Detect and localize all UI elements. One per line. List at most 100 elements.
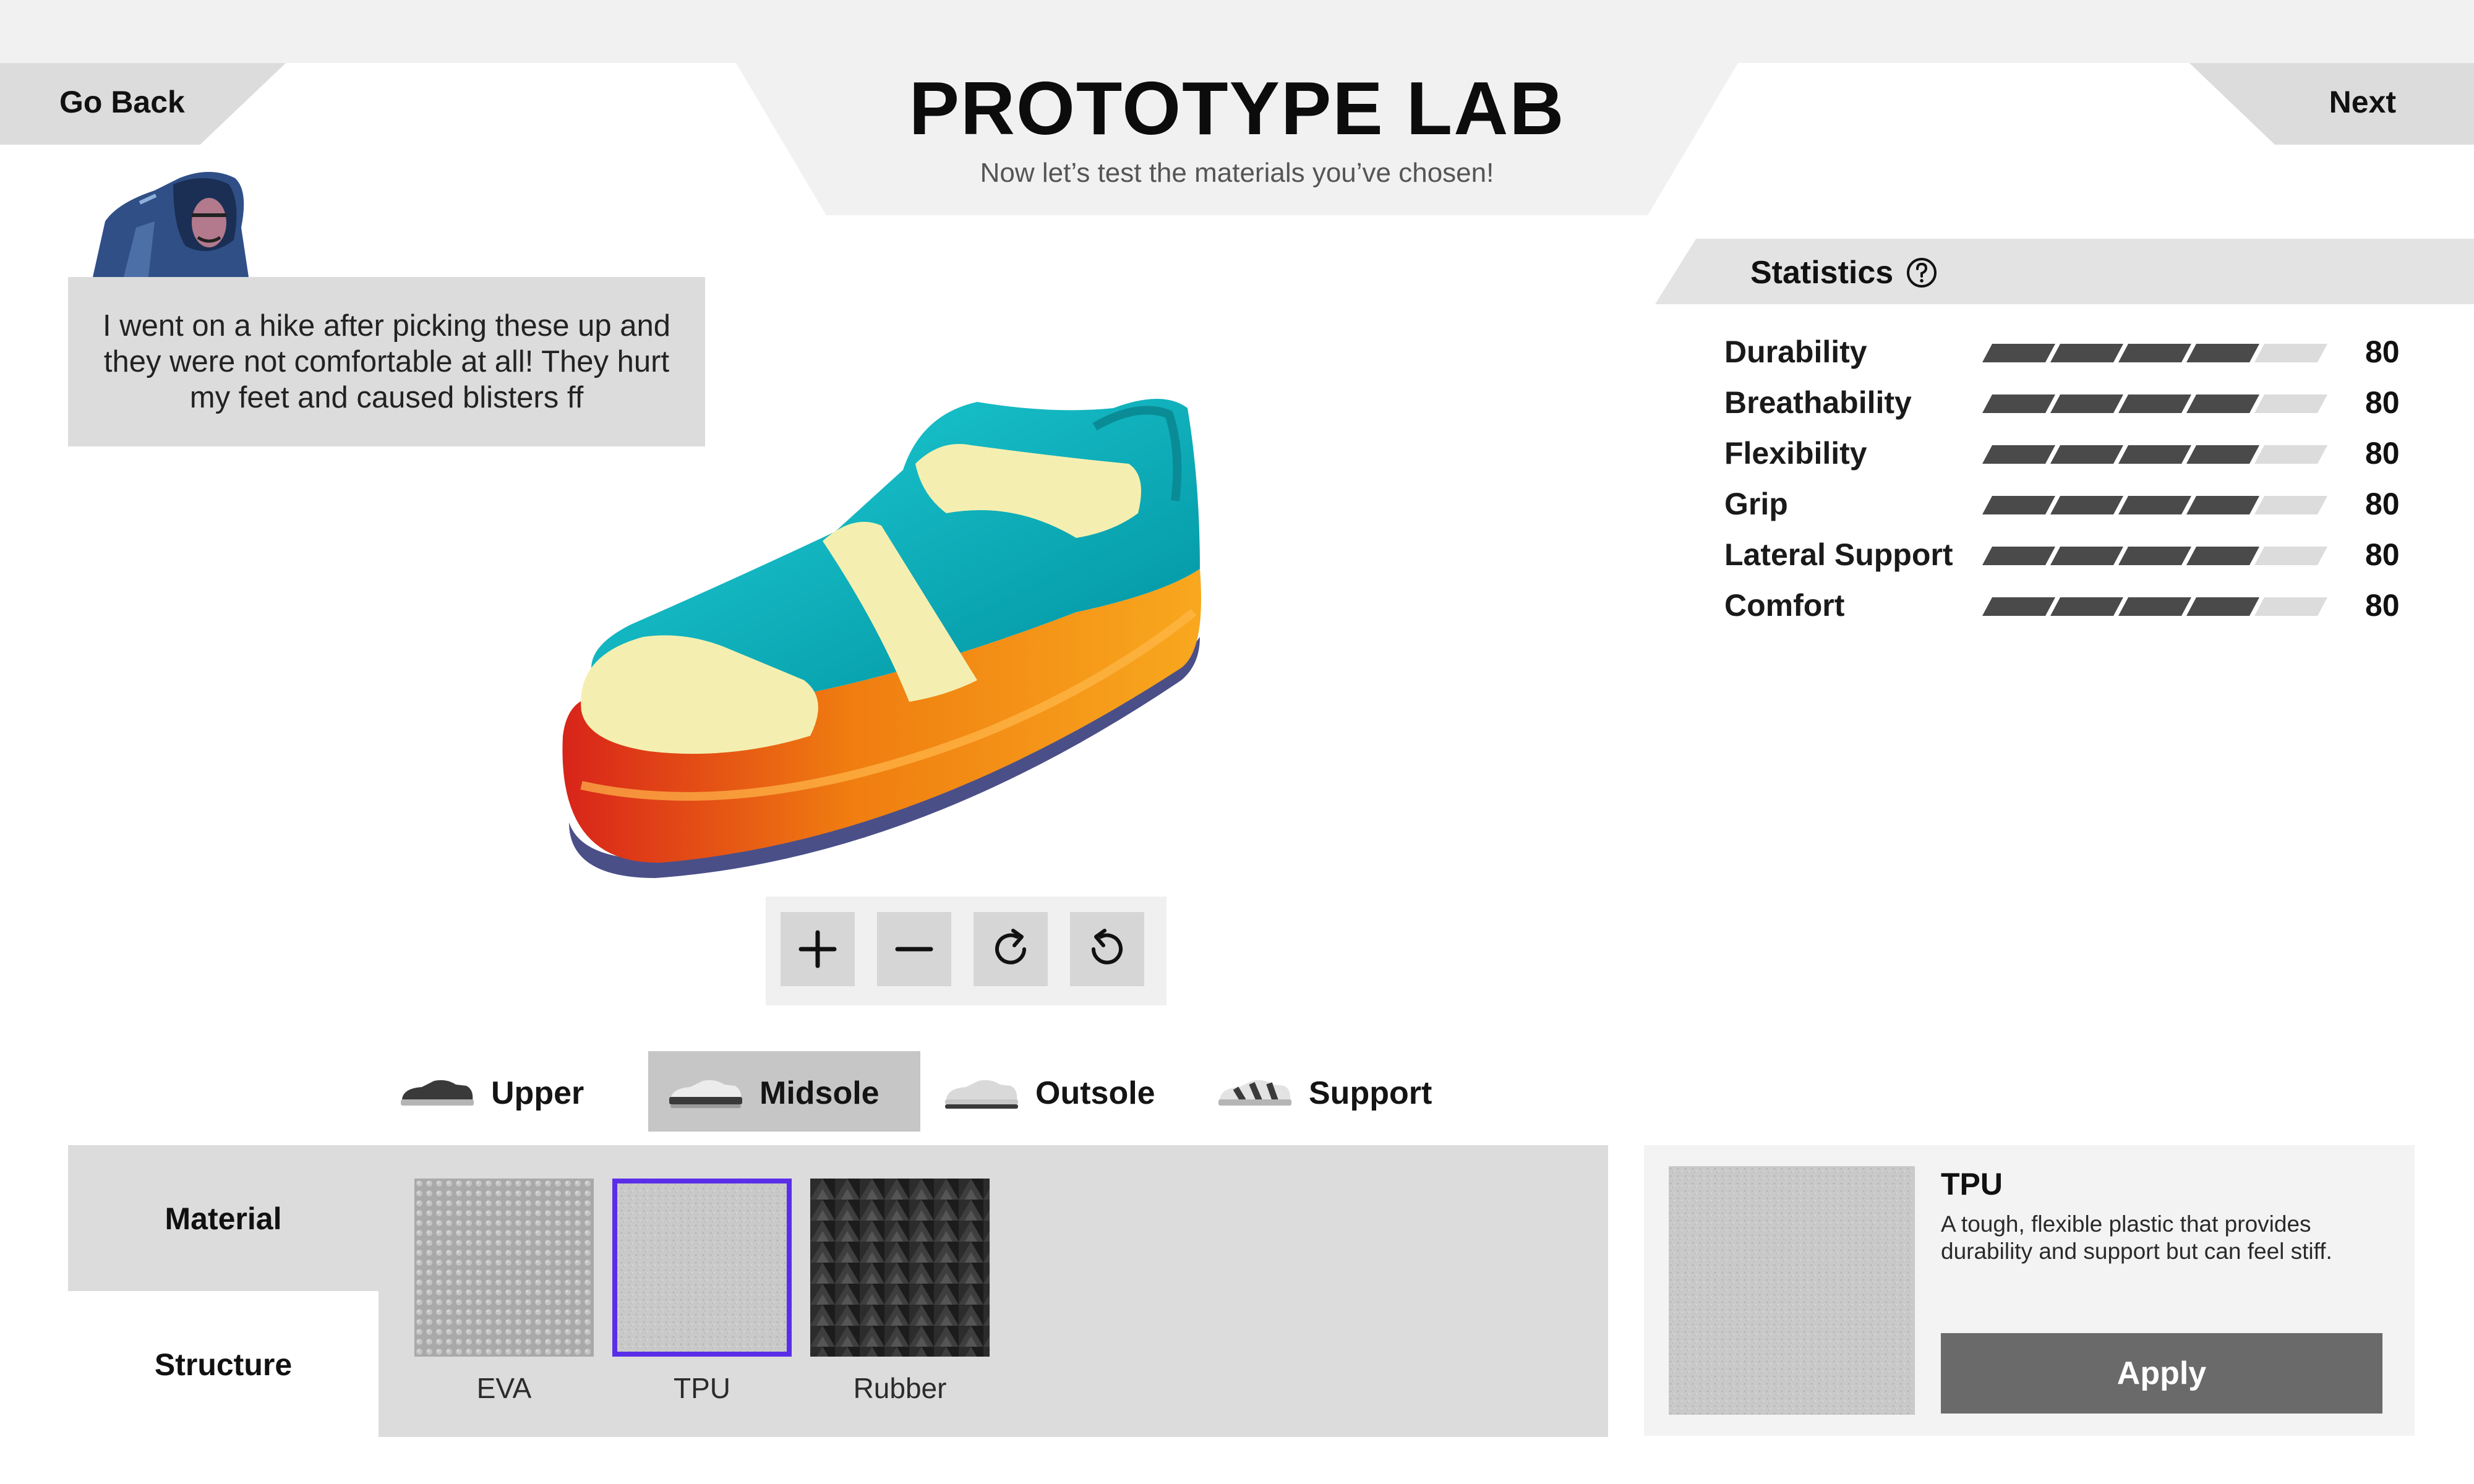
side-tab-material[interactable]: Material [68,1145,379,1291]
stat-bar-segment-filled [1982,394,2055,413]
side-tab-structure[interactable]: Structure [68,1291,379,1437]
stat-bar [1982,445,2327,464]
material-name: TPU [1941,1167,2003,1201]
tab-label: Support [1309,1075,1432,1111]
stat-bar [1982,496,2327,514]
tab-label: Midsole [760,1075,880,1111]
tab-outsole[interactable]: Outsole [924,1051,1171,1132]
side-tab-label: Structure [154,1347,293,1382]
customer-avatar [93,172,249,277]
stat-bar-segment-filled [2118,445,2191,464]
stat-row-comfort: Comfort 80 [1724,584,2417,627]
stat-bar [1982,344,2327,362]
rotate-clockwise-icon [995,929,1026,965]
stat-bar-segment-filled [2118,394,2191,413]
tab-upper[interactable]: Upper [380,1051,621,1132]
stat-bar-segment-empty [2254,394,2327,413]
tab-midsole[interactable]: Midsole [648,1051,920,1132]
stat-label: Flexibility [1724,436,1867,471]
stat-bar-segment-empty [2254,597,2327,616]
rotate-counterclockwise-button[interactable] [1070,912,1144,986]
stat-bar-segment-filled [1982,496,2055,514]
view-controls-toolbar [766,897,1166,1005]
page-subtitle: Now let’s test the materials you’ve chos… [980,158,1494,188]
stat-bar-segment-filled [2186,496,2259,514]
stat-label: Lateral Support [1724,537,1953,572]
rotate-counterclockwise-icon [1092,929,1123,965]
stat-bar [1982,597,2327,616]
stat-value: 80 [2365,385,2400,420]
stat-bar-segment-filled [2050,496,2123,514]
stat-bar-segment-filled [1982,445,2055,464]
stat-bar-segment-filled [2186,445,2259,464]
zoom-in-icon [798,930,837,968]
next-label: Next [2329,85,2396,119]
stat-bar-segment-filled [2118,547,2191,565]
stat-value: 80 [2365,487,2400,521]
stat-value: 80 [2365,436,2400,471]
next-button[interactable]: Next [2189,63,2474,145]
stat-bar-segment-filled [2186,597,2259,616]
material-swatch-eva[interactable] [414,1179,594,1357]
stat-bar-segment-filled [1982,344,2055,362]
outsole-shoe-icon [945,1080,1018,1109]
tab-label: Outsole [1035,1075,1155,1111]
stat-bar-segment-empty [2254,445,2327,464]
stat-bar-segment-filled [2186,547,2259,565]
zoom-out-button[interactable] [877,912,951,986]
stat-label: Comfort [1724,588,1845,623]
stat-bar-segment-empty [2254,344,2327,362]
stat-bar [1982,547,2327,565]
stat-row-grip: Grip 80 [1724,482,2417,526]
midsole-shoe-icon [669,1080,742,1108]
zoom-in-button[interactable] [781,912,855,986]
stat-label: Grip [1724,487,1788,521]
stat-value: 80 [2365,537,2400,572]
stat-bar-segment-filled [2050,547,2123,565]
statistics-header: Statistics [1655,239,2474,304]
material-swatch-rubber[interactable] [810,1179,990,1357]
go-back-label: Go Back [59,85,185,119]
apply-button[interactable]: Apply [1941,1333,2382,1414]
material-options-panel: EVA TPU Rubber [379,1145,1608,1437]
rotate-clockwise-button[interactable] [974,912,1048,986]
shoe-3d-preview[interactable] [544,390,1311,897]
stat-row-durability: Durability 80 [1724,330,2417,373]
stat-bar-segment-filled [2186,394,2259,413]
stat-bar-segment-filled [2050,445,2123,464]
stat-row-lateral-support: Lateral Support 80 [1724,533,2417,576]
stat-bar [1982,394,2327,413]
tab-support[interactable]: Support [1197,1051,1457,1132]
top-band [0,0,2474,63]
stat-bar-segment-filled [2050,597,2123,616]
stat-label: Breathability [1724,385,1912,420]
stat-value: 80 [2365,335,2400,369]
stat-value: 80 [2365,588,2400,623]
statistics-title: Statistics [1750,255,1894,291]
tab-label: Upper [491,1075,584,1111]
support-shoe-icon [1218,1080,1291,1106]
stat-bar-segment-filled [1982,597,2055,616]
stat-bar-segment-filled [1982,547,2055,565]
stat-bar-segment-filled [2050,394,2123,413]
question-circle-icon[interactable] [1905,256,1938,289]
stat-row-flexibility: Flexibility 80 [1724,432,2417,475]
upper-shoe-icon [401,1080,474,1106]
zoom-out-icon [895,947,933,952]
stat-bar-segment-filled [2186,344,2259,362]
stat-bar-segment-empty [2254,496,2327,514]
page-title: PROTOTYPE LAB [909,66,1565,150]
stat-bar-segment-filled [2050,344,2123,362]
material-swatch-tpu[interactable] [612,1179,792,1357]
stat-label: Durability [1724,335,1867,369]
side-tab-label: Material [165,1201,282,1236]
material-preview-swatch [1669,1166,1915,1415]
material-details-card: TPU A tough, flexible plastic that provi… [1644,1145,2415,1436]
material-label: Rubber [853,1372,947,1404]
stat-bar-segment-filled [2118,597,2191,616]
go-back-button[interactable]: Go Back [0,63,286,145]
stat-row-breathability: Breathability 80 [1724,381,2417,424]
stat-bar-segment-empty [2254,547,2327,565]
stat-bar-segment-filled [2118,496,2191,514]
material-description: A tough, flexible plastic that provides … [1941,1211,2332,1264]
